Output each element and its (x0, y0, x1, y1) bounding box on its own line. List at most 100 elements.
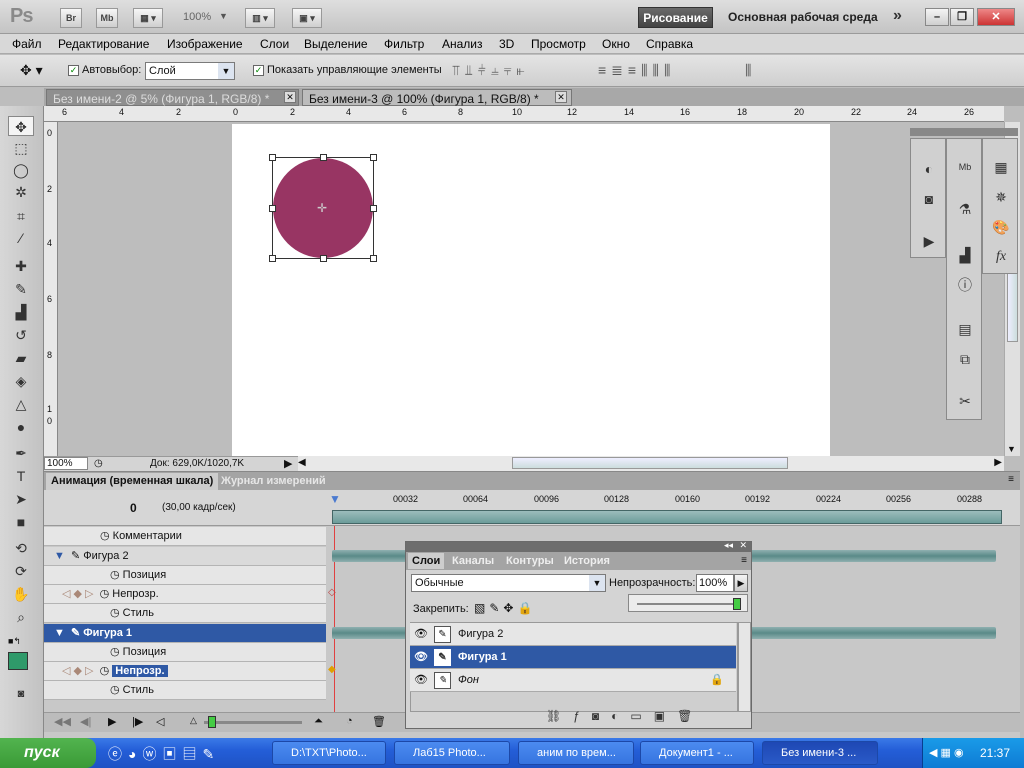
crop-tool-icon[interactable]: ⌗ (8, 206, 34, 226)
3d-orbit-tool-icon[interactable]: ⟳ (8, 561, 34, 581)
move-tool-preset-icon[interactable]: ✥ ▾ (20, 62, 43, 79)
minimize-button[interactable]: – (925, 8, 949, 26)
zoom-tool-icon[interactable]: ⌕ (8, 607, 34, 627)
eraser-tool-icon[interactable]: ▰ (8, 348, 34, 368)
move-tool-icon[interactable]: ✥ (8, 116, 34, 136)
tab-animation[interactable]: Анимация (временная шкала) (46, 473, 219, 490)
transform-handle[interactable] (320, 154, 327, 161)
position-row[interactable]: ◷ Позиция (44, 643, 326, 662)
status-icon[interactable]: ◷ (94, 458, 103, 469)
workspace-painting-button[interactable]: Рисование (638, 7, 713, 28)
navigator-icon[interactable]: ✵ (988, 185, 1014, 209)
menu-filter[interactable]: Фильтр (384, 37, 424, 51)
zoom-out-icon[interactable]: △ (190, 715, 197, 726)
menu-analysis[interactable]: Анализ (442, 37, 483, 51)
tab-history[interactable]: История (564, 555, 610, 567)
shape-tool-icon[interactable]: ■ (8, 512, 34, 532)
eye-icon[interactable]: 👁 (414, 669, 428, 692)
tab-paths[interactable]: Контуры (506, 555, 554, 567)
eyedropper-tool-icon[interactable]: ⁄ (8, 228, 34, 248)
menu-help[interactable]: Справка (646, 37, 693, 51)
taskbar-item-word-doc[interactable]: Документ1 - ... (640, 741, 754, 765)
menu-view[interactable]: Просмотр (531, 37, 586, 51)
path-selection-tool-icon[interactable]: ➤ (8, 489, 34, 509)
first-frame-icon[interactable]: ◀◀ (54, 715, 71, 728)
eye-icon[interactable]: 👁 (414, 646, 428, 669)
scroll-left-icon[interactable]: ◀ (298, 457, 306, 468)
paint-bucket-tool-icon[interactable]: ◈ (8, 371, 34, 391)
notes-icon[interactable]: ▤ (952, 317, 978, 341)
tab-channels[interactable]: Каналы (452, 555, 494, 567)
menu-image[interactable]: Изображение (167, 37, 243, 51)
view-extras-button[interactable]: ▦ ▾ (133, 8, 163, 28)
zoom-field[interactable]: 100% (44, 457, 88, 470)
dodge-tool-icon[interactable]: ● (8, 417, 34, 437)
distribute-buttons[interactable]: ≡≣≡⫼⫼⫼ (598, 62, 675, 79)
previous-frame-icon[interactable]: ◀| (80, 715, 91, 728)
panel-titlebar[interactable]: ◂◂ ✕ (406, 540, 751, 552)
bridge-button[interactable]: Br (60, 8, 82, 28)
position-row[interactable]: ◷ Позиция (44, 566, 326, 585)
brush-tool-icon[interactable]: ✎ (8, 279, 34, 299)
transform-handle[interactable] (269, 255, 276, 262)
transform-handle[interactable] (320, 255, 327, 262)
tray-icons[interactable]: ◀ ▦ ◉ (929, 738, 964, 768)
opacity-slider-popup[interactable] (628, 594, 748, 612)
start-button[interactable]: пуск (0, 738, 96, 768)
collapse-icon[interactable]: ◂◂ (724, 540, 733, 551)
tab-layers[interactable]: Слои (408, 553, 445, 569)
pen-tool-icon[interactable]: ✒ (8, 443, 34, 463)
quick-launch-icons[interactable]: ⓔ◕ⓦ▣▤✎ (108, 744, 220, 764)
masks-icon[interactable]: ◙ (916, 187, 942, 211)
panel-menu-icon[interactable]: ≡ (741, 555, 747, 566)
clock[interactable]: 21:37 (980, 746, 1010, 760)
show-controls-checkbox[interactable]: ✓ (253, 64, 264, 76)
play-icon[interactable]: ▶ (108, 715, 116, 728)
layer-comps-icon[interactable]: ⧉ (952, 347, 978, 371)
slider-thumb[interactable] (208, 716, 216, 728)
workspace-essentials-button[interactable]: Основная рабочая среда (728, 10, 878, 24)
opacity-slider-thumb[interactable] (733, 598, 741, 610)
blend-mode-select[interactable]: Обычные ▼ (411, 574, 606, 592)
close-icon[interactable]: ✕ (739, 540, 747, 551)
transform-handle[interactable] (269, 205, 276, 212)
type-tool-icon[interactable]: T (8, 466, 34, 486)
more-workspaces-button[interactable]: » (893, 7, 902, 25)
clone-stamp-tool-icon[interactable]: ▟ (8, 302, 34, 322)
layer-row-shape-2[interactable]: ▼ ✎ Фигура 2 (44, 547, 326, 566)
auto-align-button[interactable]: ⫼ (745, 62, 751, 79)
chevron-down-icon[interactable]: ▼ (1007, 444, 1016, 454)
timeline-zoom-slider[interactable] (204, 721, 302, 724)
close-button[interactable]: ✕ (977, 8, 1015, 26)
menu-select[interactable]: Выделение (304, 37, 368, 51)
style-row[interactable]: ◷ Стиль (44, 681, 326, 700)
keyframe-icon[interactable]: ◆ (328, 664, 336, 675)
crosshair-icon[interactable]: ✛ (317, 201, 327, 215)
autoselect-checkbox[interactable]: ✓ (68, 64, 79, 76)
next-frame-icon[interactable]: |▶ (132, 715, 143, 728)
tab-measurement-log[interactable]: Журнал измерений (216, 473, 331, 490)
lock-icons[interactable]: ▧✎✥🔒 (474, 601, 536, 615)
taskbar-item-word-lab[interactable]: Лаб15 Photo... (394, 741, 510, 765)
mini-bridge-button[interactable]: Mb (96, 8, 118, 28)
align-buttons[interactable]: ⫪⫫⫩⫨⫧⫦ (452, 62, 530, 79)
restore-button[interactable]: ❐ (950, 8, 974, 26)
blur-tool-icon[interactable]: △ (8, 394, 34, 414)
tab-doc-2[interactable]: Без имени-2 @ 5% (Фигура 1, RGB/8) * (46, 89, 299, 106)
clone-source-icon[interactable]: ⚗ (952, 197, 978, 221)
transform-handle[interactable] (269, 154, 276, 161)
scroll-right-icon[interactable]: ▶ (994, 457, 1002, 468)
history-brush-tool-icon[interactable]: ↺ (8, 325, 34, 345)
layers-scrollbar[interactable] (738, 622, 751, 712)
hand-tool-icon[interactable]: ✋ (8, 584, 34, 604)
opacity-field[interactable]: 100% (696, 574, 734, 592)
default-colors-icon[interactable]: ■↰ (8, 636, 21, 647)
opacity-slider-track[interactable] (637, 603, 737, 605)
opacity-row[interactable]: ◁ ◆ ▷ ◷ Непрозр. (44, 585, 326, 604)
audio-icon[interactable]: ◁ (156, 715, 164, 728)
playhead-icon[interactable]: ▼ (329, 492, 341, 506)
screen-mode-button[interactable]: ▣ ▾ (292, 8, 322, 28)
menu-file[interactable]: Файл (12, 37, 42, 51)
delete-keyframe-icon[interactable]: 🗑 (372, 715, 386, 728)
color-palette-icon[interactable]: 🎨 (988, 215, 1014, 239)
